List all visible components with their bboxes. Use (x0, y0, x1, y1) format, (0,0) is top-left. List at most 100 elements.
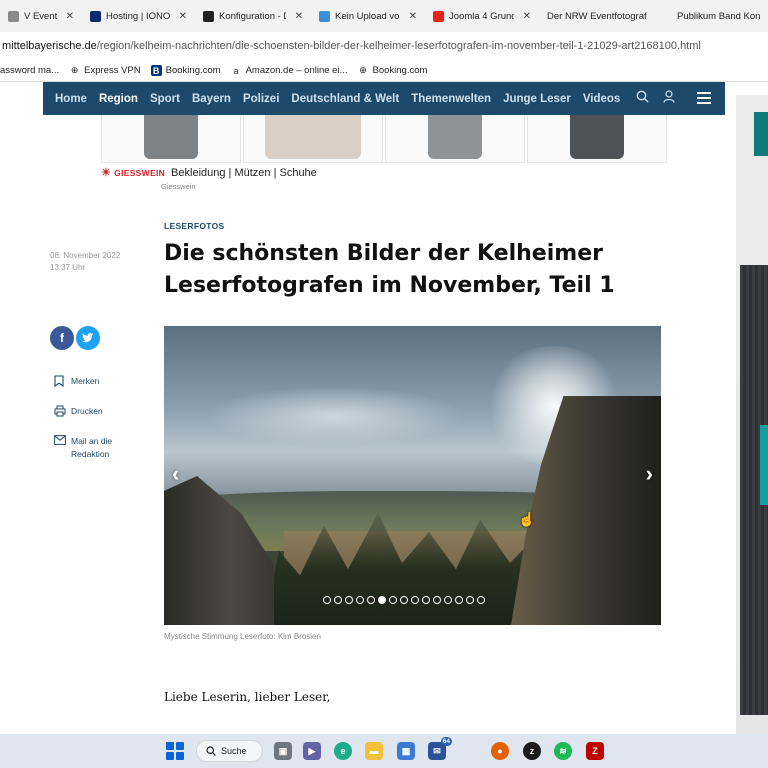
nav-item-polizei[interactable]: Polizei (243, 93, 279, 105)
print-action[interactable]: Drucken (54, 405, 103, 418)
browser-tab-label: Konfiguration - Der (219, 10, 286, 22)
bookmark-label: Express VPN (84, 65, 141, 76)
nav-item-junge-leser[interactable]: Junge Leser (503, 93, 571, 105)
firefox-icon[interactable]: ● (491, 742, 509, 760)
slider-dot[interactable] (378, 596, 386, 604)
globe-icon: ⊕ (70, 65, 79, 75)
hand-cursor-icon: ☝ (518, 511, 536, 527)
ad-product-bag[interactable] (243, 115, 383, 163)
close-icon[interactable]: ✕ (295, 11, 303, 22)
share-buttons: f (50, 326, 100, 350)
image-caption: Mystische Stimmung Leserfoto: Kim Brosie… (164, 632, 321, 641)
sun-icon: ☀ (101, 167, 112, 179)
twitter-share-button[interactable] (76, 326, 100, 350)
article-date-time: 13:37 Uhr (50, 263, 86, 272)
close-icon[interactable]: ✕ (523, 11, 531, 22)
ionos-icon (90, 10, 101, 22)
print-label: Drucken (71, 406, 103, 416)
browser-tab[interactable]: V Eventfotograf ✕ (0, 0, 82, 32)
article-date-day: 08. November 2022 (50, 251, 121, 260)
bookmark-item[interactable]: B Booking.com (150, 65, 221, 76)
close-icon[interactable]: ✕ (179, 11, 187, 22)
youtube-icon (433, 10, 444, 22)
ad-brand-logo: ☀ GIESSWEIN (101, 166, 165, 179)
document-icon (8, 10, 19, 22)
image-slider[interactable]: ‹ › ☝ (164, 326, 661, 625)
search-icon[interactable] (636, 90, 649, 108)
slider-dot[interactable] (477, 596, 485, 604)
right-side-ad[interactable] (736, 95, 768, 734)
nav-item-sport[interactable]: Sport (150, 93, 180, 105)
browser-tab[interactable]: Joomla 4 Grundlage ✕ (425, 0, 539, 32)
store-icon[interactable]: ▦ (397, 742, 415, 760)
nav-item-home[interactable]: Home (55, 93, 87, 105)
article-kicker: LESERFOTOS (164, 221, 225, 231)
filezilla-icon[interactable]: Z (586, 742, 604, 760)
edge-icon[interactable]: e (334, 742, 352, 760)
slider-next-arrow-icon[interactable]: › (646, 461, 653, 487)
article-salutation: Liebe Leserin, lieber Leser, (164, 690, 331, 704)
hamburger-menu-icon[interactable] (697, 92, 711, 107)
mail-app-icon[interactable]: ✉ 64 (428, 737, 452, 760)
slider-prev-arrow-icon[interactable]: ‹ (172, 461, 179, 487)
windows-start-icon[interactable] (166, 742, 184, 760)
ad-sub: Giesswein (161, 182, 196, 191)
nav-item-themenwelten[interactable]: Themenwelten (411, 93, 491, 105)
spotify-icon[interactable]: ≋ (554, 742, 572, 760)
teams-icon[interactable]: ▶ (303, 742, 321, 760)
windows-taskbar: Suche ▣ ▶ e ▬ ▦ ✉ 64 ● z ≋ Z (0, 734, 768, 768)
slider-dots (323, 596, 485, 604)
browser-tab[interactable]: Kein Upload von im ✕ (311, 0, 425, 32)
browser-tab-label: Publikum Band Kon (677, 10, 760, 22)
slider-dot[interactable] (334, 596, 342, 604)
slider-dot[interactable] (400, 596, 408, 604)
bookmark-item[interactable]: a Amazon.de – online ei... (231, 65, 348, 76)
file-explorer-icon[interactable]: ▬ (365, 742, 383, 760)
browser-tab[interactable]: Konfiguration - Der ✕ (195, 0, 311, 32)
slider-dot[interactable] (433, 596, 441, 604)
nav-item-videos[interactable]: Videos (583, 93, 621, 105)
slider-dot[interactable] (466, 596, 474, 604)
bookmark-label: Merken (71, 376, 100, 386)
bookmark-item[interactable]: ⊕ Express VPN (69, 65, 141, 76)
nav-item-deutschland-welt[interactable]: Deutschland & Welt (291, 93, 399, 105)
slider-dot[interactable] (356, 596, 364, 604)
search-icon (206, 746, 216, 756)
web-page: Home Region Sport Bayern Polizei Deutschland … (0, 82, 768, 734)
mail-editor-action[interactable]: Mail an die Redaktion (54, 435, 127, 461)
slider-dot[interactable] (389, 596, 397, 604)
browser-tab[interactable]: Der NRW Eventfotograf (539, 0, 669, 32)
ad-product-coat-light[interactable] (385, 115, 525, 163)
bookmark-label: Booking.com (372, 65, 428, 76)
ad-footer[interactable]: ☀ GIESSWEIN Bekleidung | Mützen | Schuhe (101, 166, 317, 180)
nav-item-bayern[interactable]: Bayern (192, 93, 231, 105)
slider-dot[interactable] (345, 596, 353, 604)
bookmark-item[interactable]: assword ma... (0, 65, 59, 76)
bookmark-item[interactable]: ⊕ Booking.com (358, 65, 428, 76)
close-icon[interactable]: ✕ (409, 11, 417, 22)
slider-dot[interactable] (367, 596, 375, 604)
ad-product-strip[interactable] (101, 115, 667, 163)
user-icon[interactable] (663, 89, 675, 108)
task-view-icon[interactable]: ▣ (274, 742, 292, 760)
browser-tab[interactable]: Publikum Band Kon (669, 0, 768, 32)
nav-item-region[interactable]: Region (99, 93, 138, 105)
slider-dot[interactable] (323, 596, 331, 604)
facebook-share-button[interactable]: f (50, 326, 74, 350)
bookmarks-bar: assword ma... ⊕ Express VPN B Booking.com a Am… (0, 60, 768, 82)
mail-badge: 64 (440, 737, 452, 746)
slider-dot[interactable] (422, 596, 430, 604)
close-icon[interactable]: ✕ (66, 11, 74, 22)
address-bar[interactable]: mittelbayerische.de/region/kelheim-nachr… (0, 32, 768, 60)
slider-dot[interactable] (455, 596, 463, 604)
slider-dot[interactable] (411, 596, 419, 604)
ad-product-coat-dark[interactable] (527, 115, 667, 163)
bookmark-action[interactable]: Merken (54, 375, 99, 388)
slider-dot[interactable] (444, 596, 452, 604)
zoom-icon[interactable]: z (523, 742, 541, 760)
taskbar-search[interactable]: Suche (196, 740, 263, 762)
taskbar-search-label: Suche (221, 746, 247, 756)
browser-tab[interactable]: Hosting | IONOS ✕ (82, 0, 195, 32)
ad-product-coat-grey[interactable] (101, 115, 241, 163)
booking-icon: B (150, 65, 162, 76)
